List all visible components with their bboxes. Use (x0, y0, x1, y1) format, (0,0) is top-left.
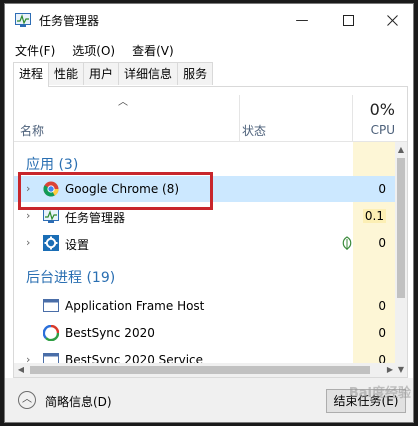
efficiency-leaf-icon (342, 236, 352, 250)
annotation-highlight-box (18, 172, 213, 210)
close-icon (386, 14, 398, 26)
task-manager-icon (43, 209, 59, 223)
process-name: 任务管理器 (65, 211, 126, 225)
process-row-settings[interactable]: › 设置 0 (14, 230, 396, 256)
task-manager-app-icon (15, 13, 31, 27)
process-cpu: 0 (378, 299, 386, 313)
tab-processes[interactable]: 进程 (13, 62, 50, 87)
expand-chevron-icon[interactable]: › (26, 209, 30, 222)
process-name: BestSync 2020 (65, 326, 155, 340)
maximize-button[interactable] (325, 4, 371, 36)
group-background[interactable]: 后台进程 (19) (14, 262, 396, 288)
process-cpu: 0.1 (362, 209, 386, 223)
vertical-scroll-thumb[interactable] (397, 158, 405, 298)
vertical-scrollbar[interactable]: ▲ ▼ (395, 142, 407, 377)
tab-services[interactable]: 服务 (177, 62, 214, 85)
column-divider[interactable] (239, 95, 240, 141)
column-cpu[interactable]: CPU (371, 123, 395, 137)
group-apps-label: 应用 (3) (26, 157, 79, 173)
window-title: 任务管理器 (39, 14, 100, 28)
process-row-app-frame-host[interactable]: Application Frame Host 0 (14, 293, 396, 319)
process-cpu: 0 (378, 326, 386, 340)
group-background-label: 后台进程 (19) (26, 270, 116, 286)
column-header: ︿ 名称 状态 0% CPU (14, 87, 407, 142)
scroll-left-icon[interactable]: ◀ (14, 363, 28, 377)
scroll-right-icon[interactable]: ▶ (383, 363, 397, 377)
app-frame-icon (43, 299, 59, 312)
settings-gear-icon (43, 235, 59, 251)
menu-options[interactable]: 选项(O) (62, 38, 122, 60)
horizontal-scroll-thumb[interactable] (30, 366, 370, 374)
tab-details[interactable]: 详细信息 (118, 62, 179, 85)
fewer-details-link[interactable]: 简略信息(D) (45, 393, 112, 410)
column-name[interactable]: 名称 (20, 122, 44, 139)
expand-chevron-icon[interactable]: › (26, 236, 30, 249)
process-cpu: 0 (378, 236, 386, 250)
menu-view[interactable]: 查看(V) (122, 38, 181, 60)
tab-performance[interactable]: 性能 (48, 62, 85, 85)
tab-strip: 进程 性能 用户 详细信息 服务 (13, 62, 214, 87)
cpu-total-percent: 0% (369, 100, 395, 119)
scroll-up-icon[interactable]: ▲ (395, 144, 407, 156)
sort-ascending-icon[interactable]: ︿ (118, 93, 128, 108)
process-list-panel: ︿ 名称 状态 0% CPU 应用 (3) › Google Chrome (8… (13, 86, 408, 378)
bestsync-icon (43, 325, 59, 341)
horizontal-scrollbar[interactable]: ◀ ▶ (14, 363, 397, 377)
menu-file[interactable]: 文件(F) (5, 38, 62, 60)
column-status[interactable]: 状态 (242, 122, 266, 139)
process-cpu: 0 (378, 182, 386, 196)
title-bar[interactable]: 任务管理器 — (5, 4, 413, 36)
column-divider[interactable] (352, 95, 353, 141)
maximize-icon (342, 14, 354, 26)
close-button[interactable] (369, 4, 413, 36)
minimize-button[interactable]: — (279, 4, 325, 36)
collapse-up-icon[interactable]: ︿ (18, 391, 36, 409)
minimize-icon: — (295, 12, 309, 28)
process-name: Application Frame Host (65, 299, 205, 313)
process-row-bestsync[interactable]: BestSync 2020 0 (14, 320, 396, 346)
process-name: 设置 (65, 238, 90, 252)
menu-bar: 文件(F) 选项(O) 查看(V) (5, 38, 413, 60)
watermark: Bai度经验 (348, 386, 411, 401)
task-manager-window: 任务管理器 — 文件(F) 选项(O) 查看(V) 进程 性能 用户 详细信息 … (4, 3, 414, 423)
tab-users[interactable]: 用户 (83, 62, 120, 85)
